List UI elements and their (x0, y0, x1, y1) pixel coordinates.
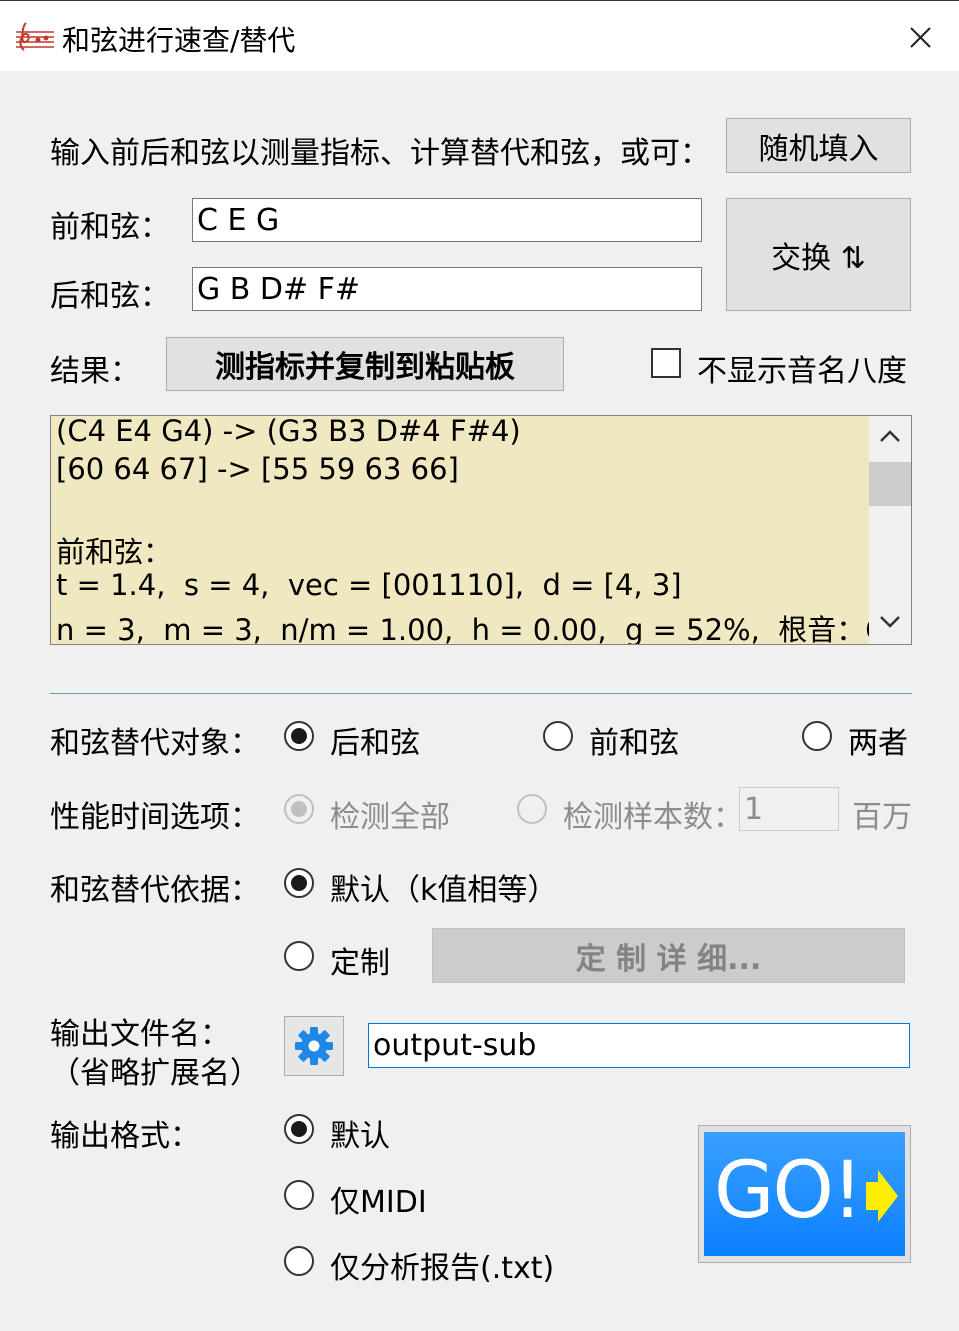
settings-button[interactable] (284, 1016, 344, 1076)
target-radio-next[interactable] (284, 721, 314, 751)
window-title: 和弦进行速查/替代 (62, 24, 296, 57)
target-option-next[interactable]: 后和弦 (330, 718, 420, 762)
gear-icon (295, 1027, 333, 1065)
basis-label: 和弦替代依据： (50, 873, 260, 908)
next-chord-label: 后和弦： (50, 279, 170, 314)
hide-octave-checkbox[interactable] (651, 348, 681, 378)
perf-radio-all[interactable] (284, 794, 314, 824)
random-fill-button[interactable]: 随机填入 (726, 118, 911, 173)
result-line: t = 1.4, s = 4, vec = [001110], d = [4, … (56, 568, 682, 602)
format-radio-midi[interactable] (284, 1180, 314, 1210)
format-radio-default[interactable] (284, 1114, 314, 1144)
output-file-label: 输出文件名： (50, 1017, 230, 1052)
format-option-default[interactable]: 默认 (330, 1111, 390, 1155)
go-button-face: GO! (704, 1132, 905, 1256)
result-line: 前和弦： (56, 535, 173, 569)
format-radio-txt[interactable] (284, 1246, 314, 1276)
swap-button[interactable]: 交换 ⇅ (726, 198, 911, 311)
close-icon[interactable] (895, 15, 945, 59)
basis-radio-custom[interactable] (284, 941, 314, 971)
result-textarea[interactable]: (C4 E4 G4) -> (G3 B3 D#4 F#4) [60 64 67]… (50, 415, 912, 645)
substitution-target-label: 和弦替代对象： (50, 726, 260, 761)
result-line: (C4 E4 G4) -> (G3 B3 D#4 F#4) (56, 415, 521, 448)
custom-details-button[interactable]: 定 制 详 细... (432, 928, 905, 983)
go-button[interactable]: GO! (698, 1125, 911, 1263)
vertical-scrollbar[interactable] (869, 416, 911, 644)
target-radio-prev[interactable] (543, 721, 573, 751)
go-label: GO! (714, 1146, 863, 1236)
target-option-both[interactable]: 两者 (848, 718, 908, 762)
output-filename-input[interactable]: output-sub (368, 1023, 910, 1068)
sample-unit-label: 百万 (852, 800, 912, 835)
input-prompt: 输入前后和弦以测量指标、计算替代和弦，或可： (50, 136, 710, 171)
next-chord-input[interactable]: G B D# F# (192, 267, 702, 311)
title-bar: 和弦进行速查/替代 (0, 0, 959, 71)
perf-option-sample[interactable]: 检测样本数： (563, 792, 743, 836)
format-option-txt[interactable]: 仅分析报告(.txt) (330, 1243, 554, 1287)
target-radio-both[interactable] (802, 721, 832, 751)
target-option-prev[interactable]: 前和弦 (589, 718, 679, 762)
prev-chord-label: 前和弦： (50, 210, 170, 245)
basis-radio-default[interactable] (284, 868, 314, 898)
performance-label: 性能时间选项： (50, 800, 260, 835)
output-file-sublabel: （省略扩展名） (50, 1056, 260, 1091)
scroll-up-icon[interactable] (877, 426, 903, 446)
result-line: n = 3, m = 3, n/m = 1.00, h = 0.00, g = … (56, 613, 886, 645)
basis-option-default[interactable]: 默认（k值相等） (330, 865, 557, 909)
sample-count-input[interactable]: 1 (739, 787, 839, 831)
output-format-label: 输出格式： (50, 1119, 200, 1154)
perf-option-all[interactable]: 检测全部 (330, 792, 450, 836)
basis-option-custom[interactable]: 定制 (330, 938, 390, 982)
hide-octave-label: 不显示音名八度 (697, 354, 907, 389)
scroll-down-icon[interactable] (877, 612, 903, 632)
arrow-right-icon (866, 1170, 898, 1222)
scroll-thumb[interactable] (869, 462, 911, 506)
format-option-midi[interactable]: 仅MIDI (330, 1177, 427, 1221)
perf-radio-sample[interactable] (517, 794, 547, 824)
prev-chord-input[interactable]: C E G (192, 198, 702, 242)
result-label: 结果： (50, 354, 140, 389)
measure-copy-button[interactable]: 测指标并复制到粘贴板 (166, 337, 564, 391)
section-divider (50, 693, 912, 694)
result-line: [60 64 67] -> [55 59 63 66] (56, 452, 459, 486)
music-staff-icon (16, 22, 54, 51)
